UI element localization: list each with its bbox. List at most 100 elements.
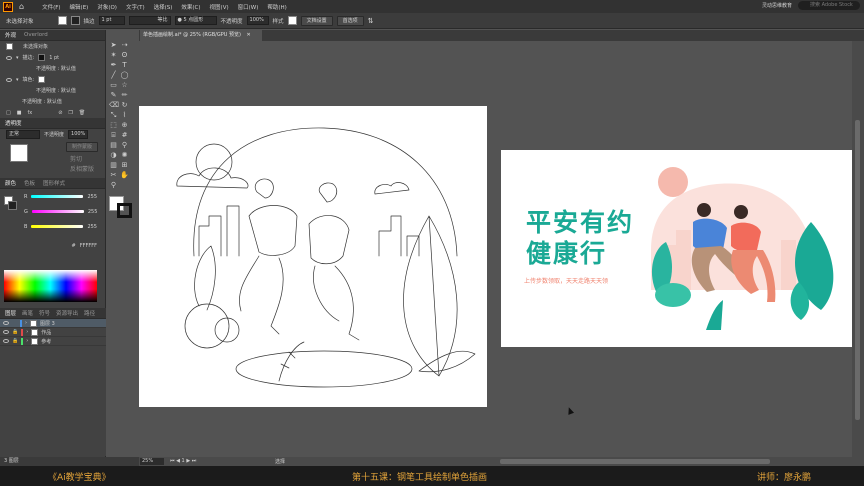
stroke-swatch-mini[interactable] [38,54,46,61]
tab-transparency[interactable]: 透明度 [5,119,22,127]
home-icon[interactable]: ⌂ [19,2,24,11]
free-transform-icon[interactable]: ⬚ [109,121,118,130]
zoom-field[interactable]: 25% [140,458,164,465]
pen-tool-icon[interactable]: ✒ [109,61,118,70]
warp-icon[interactable]: ⌇ [120,111,129,120]
magic-wand-icon[interactable]: ✶ [109,51,118,60]
zoom-tool-icon[interactable]: ⚲ [109,181,118,190]
mesh-icon[interactable]: # [120,131,129,140]
star-tool-icon[interactable]: ☆ [120,81,129,90]
tab-brushes[interactable]: 画笔 [22,309,33,317]
invert-mask-checkbox[interactable]: 反相蒙版 [70,164,94,173]
b-track[interactable] [31,225,84,228]
tab-graphic-styles[interactable]: 图形样式 [43,179,65,187]
perspective-icon[interactable]: ⌸ [109,131,118,140]
layer-name[interactable]: 图层 3 [40,320,55,327]
chevron-down-icon[interactable]: ▾ [16,55,19,61]
arrange-icon[interactable]: ⇅ [368,17,374,25]
document-setup-button[interactable]: 文档设置 [300,15,333,26]
eye-icon[interactable] [3,321,9,325]
duplicate-icon[interactable]: ❐ [68,110,72,116]
eye-icon[interactable] [6,55,12,60]
color-stroke-swatch[interactable] [8,201,17,210]
appearance-stroke-row[interactable]: ▾ 描边: 1 pt [0,52,105,63]
vertical-scroll-thumb[interactable] [855,120,860,420]
eye-icon[interactable] [3,330,9,334]
first-artboard-icon[interactable]: ⏮ ◀ [170,458,182,464]
appearance-fill-row[interactable]: ▾ 填色: [0,74,105,85]
lock-icon[interactable]: 🔒 [12,338,18,344]
pencil-tool-icon[interactable]: ✏ [120,91,129,100]
selection-tool-icon[interactable]: ➤ [109,41,118,50]
eye-icon[interactable] [3,339,9,343]
chevron-right-icon[interactable]: › [26,329,28,335]
g-value[interactable]: 255 [88,209,100,215]
artboard[interactable] [139,106,487,407]
eye-icon[interactable] [6,77,12,82]
layer-name[interactable]: 作品 [41,329,51,336]
tab-layers[interactable]: 图层 [5,309,16,317]
chevron-right-icon[interactable]: › [25,320,27,326]
stroke-weight-field[interactable]: 1 pt [98,16,125,25]
tab-color[interactable]: 颜色 [5,179,16,187]
menu-type[interactable]: 文字(T) [126,3,145,11]
menu-object[interactable]: 对象(O) [97,3,117,11]
shape-builder-icon[interactable]: ⊕ [120,121,129,130]
chevron-right-icon[interactable]: › [26,338,28,344]
tab-overlord[interactable]: Overlord [24,32,48,38]
gradient-icon[interactable]: ▤ [109,141,118,150]
clear-icon[interactable]: ⊘ [58,110,62,116]
workspace-switcher[interactable]: 灵动思维教育 [762,2,792,9]
brush-dropdown[interactable]: ● 5 点圆形 [174,16,217,25]
hand-tool-icon[interactable]: ✋ [120,171,129,180]
menu-select[interactable]: 选择(S) [154,3,173,11]
blend-mode-select[interactable]: 正常 [6,130,40,139]
layer-row-artwork[interactable]: 🔒 › 作品 [0,328,106,337]
menu-help[interactable]: 帮助(H) [267,3,286,11]
menu-file[interactable]: 文件(F) [42,3,60,11]
make-mask-button[interactable]: 制作蒙版 [66,142,99,152]
ellipse-tool-icon[interactable]: ◯ [120,71,129,80]
stock-search-input[interactable]: 搜索 Adobe Stock [798,1,860,10]
scale-icon[interactable]: ⤡ [109,111,118,120]
next-artboard-icon[interactable]: ▶ ⏭ [186,458,196,464]
slider-b[interactable]: B 255 [0,222,105,231]
menu-effect[interactable]: 效果(C) [181,3,200,11]
preferences-button[interactable]: 首选项 [336,15,364,26]
direct-selection-tool-icon[interactable]: ⇢ [120,41,129,50]
horizontal-scroll-thumb[interactable] [500,459,770,464]
tab-appearance[interactable]: 外观 [5,31,16,39]
rect-tool-icon[interactable]: ▭ [109,81,118,90]
menu-view[interactable]: 视图(V) [210,3,229,11]
opacity-field[interactable]: 100% [246,16,269,25]
new-fill-icon[interactable]: ■ [17,110,22,116]
g-track[interactable] [31,210,84,213]
lasso-icon[interactable]: ʘ [120,51,129,60]
tab-paths[interactable]: 路径 [84,309,95,317]
fill-swatch[interactable] [57,16,67,25]
fill-stroke-indicator[interactable] [108,194,136,220]
variable-width-dropdown[interactable]: 等比 [128,16,171,25]
fx-icon[interactable]: fx [27,110,32,116]
lock-icon[interactable]: 🔒 [12,329,18,335]
menu-edit[interactable]: 编辑(E) [70,3,89,11]
symbol-sprayer-icon[interactable]: ✺ [120,151,129,160]
menu-window[interactable]: 窗口(W) [238,3,259,11]
tab-swatches[interactable]: 色板 [24,179,35,187]
new-stroke-icon[interactable]: □ [6,110,11,116]
tab-asset-export[interactable]: 资源导出 [56,309,78,317]
appearance-opacity-row[interactable]: 不透明度 : 默认值 [0,63,105,74]
eyedropper-icon[interactable]: ⚲ [120,141,129,150]
appearance-fill-opacity-row[interactable]: 不透明度 : 默认值 [0,85,105,96]
slider-r[interactable]: R 255 [0,192,105,201]
clip-checkbox[interactable]: 剪切 [70,154,82,163]
tab-symbols[interactable]: 符号 [39,309,50,317]
brush-tool-icon[interactable]: ✎ [109,91,118,100]
hex-value[interactable]: FFFFFF [80,243,97,249]
rotate-icon[interactable]: ↻ [120,101,129,110]
r-track[interactable] [31,195,84,198]
layer-row-layer3[interactable]: › 图层 3 [0,319,106,328]
transparency-opacity-field[interactable]: 100% [68,130,89,139]
stroke-swatch[interactable] [70,16,80,25]
eraser-icon[interactable]: ⌫ [109,101,119,110]
